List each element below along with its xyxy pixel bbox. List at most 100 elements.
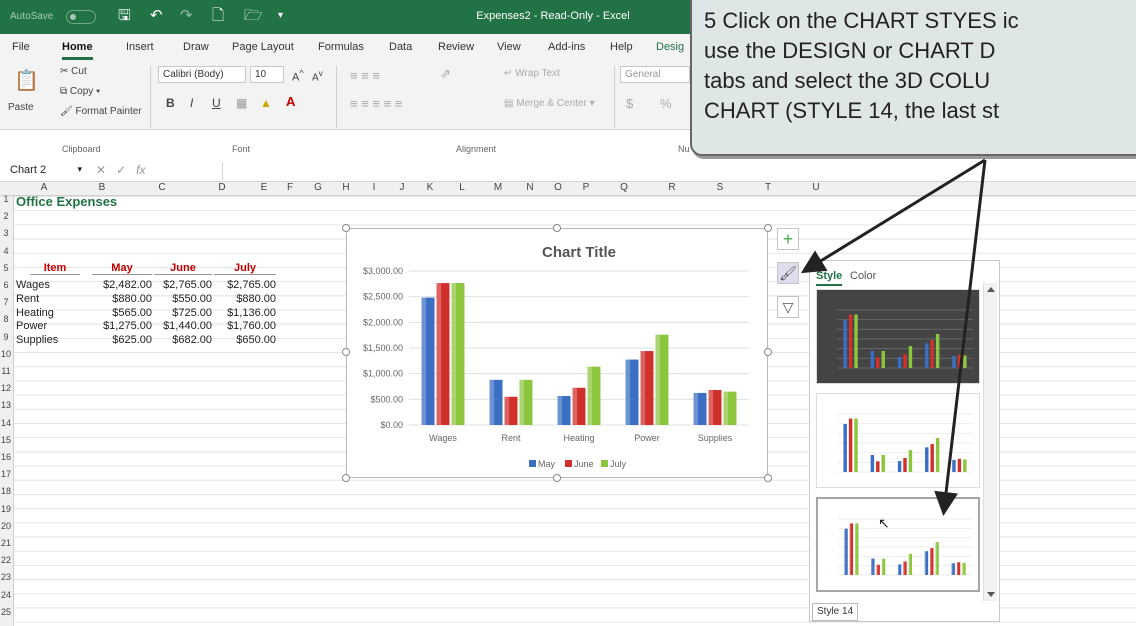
sheet-title[interactable]: Office Expenses <box>16 194 117 209</box>
orientation-icon[interactable]: ⇗ <box>440 66 451 82</box>
style-thumbnail-light[interactable] <box>816 393 980 488</box>
row-header-13[interactable]: 13 <box>0 400 12 410</box>
scroll-down-icon[interactable] <box>987 592 995 597</box>
column-header-l[interactable]: L <box>444 182 480 193</box>
cancel-icon[interactable]: ✕ <box>96 163 106 177</box>
row-header-21[interactable]: 21 <box>0 538 12 548</box>
resize-handle[interactable] <box>764 224 772 232</box>
merge-center-button[interactable]: ▤ Merge & Center ▾ <box>504 98 595 109</box>
table-header-cell[interactable]: July <box>214 262 276 275</box>
column-header-p[interactable]: P <box>572 182 600 193</box>
resize-handle[interactable] <box>764 348 772 356</box>
column-header-c[interactable]: C <box>132 182 192 193</box>
row-header-9[interactable]: 9 <box>0 332 12 342</box>
paste-icon[interactable]: 📋 <box>14 68 39 93</box>
table-cell[interactable]: $550.00 <box>154 293 212 305</box>
row-header-3[interactable]: 3 <box>0 228 12 238</box>
table-cell[interactable]: Wages <box>16 279 76 291</box>
panel-scrollbar[interactable] <box>983 283 997 601</box>
table-cell[interactable]: $2,765.00 <box>214 279 276 291</box>
font-color-icon[interactable]: A <box>286 94 295 109</box>
resize-handle[interactable] <box>342 224 350 232</box>
column-header-b[interactable]: B <box>72 182 132 193</box>
table-header-cell[interactable]: June <box>154 262 212 275</box>
font-name-select[interactable]: Calibri (Body) <box>158 66 246 83</box>
column-header-u[interactable]: U <box>792 182 840 193</box>
row-header-22[interactable]: 22 <box>0 555 12 565</box>
align-top-icon[interactable]: ≡ ≡ ≡ <box>350 68 380 83</box>
tab-file[interactable]: File <box>12 41 30 53</box>
row-header-24[interactable]: 24 <box>0 590 12 600</box>
fx-icon[interactable]: fx <box>136 163 145 177</box>
undo-icon[interactable]: ↶ <box>150 7 163 25</box>
name-box[interactable]: Chart 2 ▾ <box>6 163 86 179</box>
table-cell[interactable]: $2,765.00 <box>154 279 212 291</box>
table-header-cell[interactable]: May <box>92 262 152 275</box>
table-cell[interactable]: $1,440.00 <box>154 320 212 332</box>
cut-button[interactable]: ✂ Cut <box>60 66 87 77</box>
table-cell[interactable]: $1,275.00 <box>92 320 152 332</box>
row-header-19[interactable]: 19 <box>0 504 12 514</box>
tab-style[interactable]: Style <box>816 270 843 286</box>
tab-draw[interactable]: Draw <box>183 41 209 53</box>
table-cell[interactable]: Power <box>16 320 76 332</box>
tab-color[interactable]: Color <box>850 270 876 282</box>
tab-add-ins[interactable]: Add-ins <box>548 41 585 53</box>
row-header-20[interactable]: 20 <box>0 521 12 531</box>
table-cell[interactable]: $880.00 <box>92 293 152 305</box>
number-format-select[interactable]: General <box>620 66 690 83</box>
row-header-16[interactable]: 16 <box>0 452 12 462</box>
row-header-17[interactable]: 17 <box>0 469 12 479</box>
table-header-cell[interactable]: Item <box>30 262 80 275</box>
row-header-23[interactable]: 23 <box>0 572 12 582</box>
resize-handle[interactable] <box>342 348 350 356</box>
wrap-text-button[interactable]: ↵ Wrap Text <box>504 68 560 79</box>
table-cell[interactable]: $625.00 <box>92 334 152 346</box>
redo-icon[interactable]: ↷ <box>180 7 193 25</box>
resize-handle[interactable] <box>764 474 772 482</box>
column-header-t[interactable]: T <box>744 182 792 193</box>
tab-review[interactable]: Review <box>438 41 474 53</box>
row-header-4[interactable]: 4 <box>0 246 12 256</box>
tab-design[interactable]: Desig <box>656 41 684 53</box>
row-header-25[interactable]: 25 <box>0 607 12 617</box>
column-header-i[interactable]: I <box>360 182 388 193</box>
style-thumbnail-style-14[interactable] <box>816 497 980 592</box>
underline-button[interactable]: U <box>212 96 221 110</box>
table-cell[interactable]: $682.00 <box>154 334 212 346</box>
column-header-m[interactable]: M <box>480 182 516 193</box>
tab-insert[interactable]: Insert <box>126 41 154 53</box>
column-header-o[interactable]: O <box>544 182 572 193</box>
row-header-10[interactable]: 10 <box>0 349 12 359</box>
format-painter-button[interactable]: 🖌 Format Painter <box>60 106 142 117</box>
align-left-icon[interactable]: ≡ ≡ ≡ ≡ ≡ <box>350 96 402 111</box>
resize-handle[interactable] <box>553 224 561 232</box>
row-header-15[interactable]: 15 <box>0 435 12 445</box>
copy-button[interactable]: ⧉ Copy ▾ <box>60 86 100 97</box>
row-header-11[interactable]: 11 <box>0 366 12 376</box>
fill-color-icon[interactable]: ▲ <box>260 96 272 110</box>
table-cell[interactable]: $880.00 <box>214 293 276 305</box>
chart-filters-button[interactable]: ▽ <box>777 296 799 318</box>
row-header-18[interactable]: 18 <box>0 486 12 496</box>
chart-container[interactable]: Chart Title $0.00 $500.00 $1,000.00 $1,500.0… <box>346 228 768 478</box>
font-size-select[interactable]: 10 <box>250 66 284 83</box>
row-header-5[interactable]: 5 <box>0 263 12 273</box>
column-header-k[interactable]: K <box>416 182 444 193</box>
formula-input[interactable] <box>222 162 1130 180</box>
customize-qat-icon[interactable]: ▾ <box>278 7 283 25</box>
table-cell[interactable]: $1,760.00 <box>214 320 276 332</box>
column-header-a[interactable]: A <box>16 182 72 193</box>
row-header-1[interactable]: 1 <box>0 194 12 204</box>
italic-button[interactable]: I <box>190 96 193 110</box>
row-header-14[interactable]: 14 <box>0 418 12 428</box>
tab-help[interactable]: Help <box>610 41 633 53</box>
chart-styles-button[interactable]: 🖌 <box>777 262 799 284</box>
grow-font-icon[interactable]: A^ <box>292 68 304 84</box>
column-header-q[interactable]: Q <box>600 182 648 193</box>
save-icon[interactable]: 🖫 <box>118 7 131 25</box>
enter-icon[interactable]: ✓ <box>116 163 126 177</box>
currency-button[interactable]: $ <box>626 96 633 111</box>
column-header-d[interactable]: D <box>192 182 252 193</box>
table-cell[interactable]: Supplies <box>16 334 76 346</box>
